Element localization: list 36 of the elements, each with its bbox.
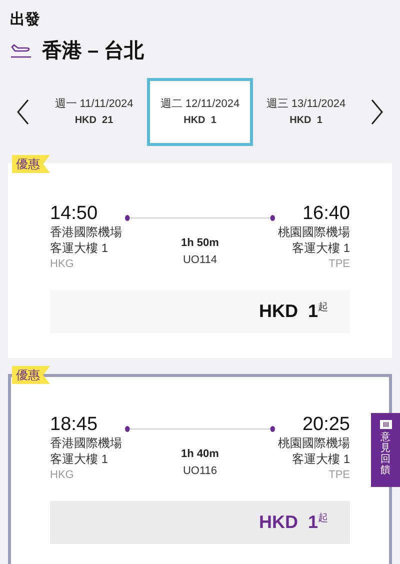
departure-terminal: 客運大樓 1 [50,451,110,467]
departure-code: HKG [50,468,75,483]
plane-departure-icon [10,43,32,59]
discount-ribbon: 優惠 [12,366,50,384]
price-text: HKD 1 [258,300,318,323]
departure-code: HKG [50,257,75,272]
departure-airport: 香港國際機場 [50,435,122,451]
arrival-time: 16:40 [302,204,350,224]
arrival-code: TPE [328,257,350,272]
arrival-terminal: 客運大樓 1 [292,451,350,467]
chevron-right-icon[interactable] [370,99,384,125]
price-suffix: 起 [318,512,328,526]
flight-duration: 1h 50m [181,236,219,251]
price-text: HKD 1 [258,511,318,534]
departure-time: 14:50 [50,204,99,224]
discount-ribbon: 優惠 [12,155,50,173]
departure-terminal: 客運大樓 1 [50,240,110,256]
flight-number: UO114 [182,253,218,268]
arrival-terminal: 客運大樓 1 [292,240,350,256]
flight-number: UO116 [182,464,218,479]
feedback-tab[interactable]: 意見回饋 [371,413,400,487]
chevron-left-icon[interactable] [16,99,30,125]
date-tab[interactable]: 週二 12/11/2024 HKD 1 [147,78,253,146]
date-tab[interactable]: 週一 11/11/2024 HKD 21 [41,78,147,146]
arrival-code: TPE [328,468,350,483]
flight-duration: 1h 40m [181,447,219,462]
arrival-airport: 桃園國際機場 [278,435,350,451]
date-tab[interactable]: 週三 13/11/2024 HKD 1 [253,78,359,146]
price-suffix: 起 [318,300,328,315]
departure-airport: 香港國際機場 [50,224,122,240]
section-title: 出發 [10,10,41,30]
arrival-time: 20:25 [302,415,350,435]
departure-time: 18:45 [50,415,99,435]
route-title: 香港 – 台北 [42,39,144,64]
arrival-airport: 桃園國際機場 [278,224,350,240]
list-icon [380,420,392,429]
